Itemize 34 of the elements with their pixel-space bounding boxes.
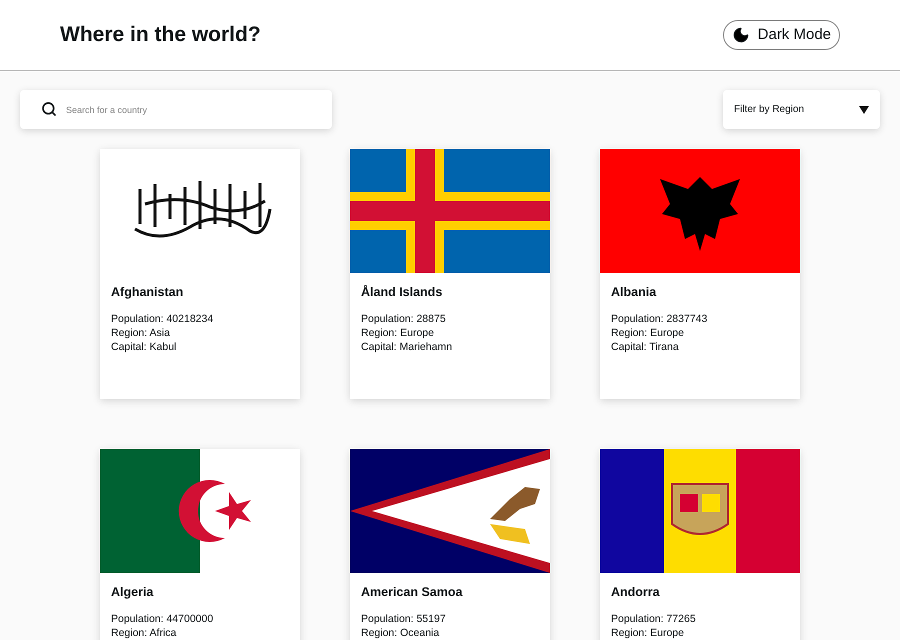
country-name: American Samoa <box>361 584 464 601</box>
country-detail: Region: Europe <box>611 326 685 340</box>
country-detail: Region: Africa <box>111 626 178 640</box>
country-card[interactable]: Afghanistan Population: 40218234 Region: Asia Capital: Kabul <box>100 149 300 399</box>
country-card[interactable]: American Samoa Population: 55197 Region: Oceania <box>350 449 550 640</box>
search-field[interactable]: Search for a country <box>20 90 332 129</box>
country-card[interactable]: Albania Population: 2837743 Region: Europe Capital: Tirana <box>600 149 800 399</box>
country-detail: Population: 28875 <box>361 312 447 326</box>
country-detail: Population: 44700000 <box>111 612 214 626</box>
country-card[interactable]: Åland Islands Population: 28875 Region: Europe Capital: Mariehamn <box>350 149 550 399</box>
country-name: Andorra <box>611 584 661 601</box>
country-detail: Population: 77265 <box>611 612 697 626</box>
country-name: Albania <box>611 284 658 301</box>
country-detail: Capital: Kabul <box>111 340 178 354</box>
country-card[interactable]: Algeria Population: 44700000 Region: Africa <box>100 449 300 640</box>
moon-icon <box>732 26 750 44</box>
country-detail: Region: Europe <box>361 326 435 340</box>
region-filter-dropdown[interactable]: Filter by Region <box>723 90 880 129</box>
country-name: Algeria <box>111 584 154 601</box>
search-icon <box>41 101 57 117</box>
country-detail: Region: Europe <box>611 626 685 640</box>
dark-mode-toggle[interactable]: Dark Mode <box>722 20 840 50</box>
caret-icon <box>859 106 869 114</box>
country-detail: Population: 2837743 <box>611 312 708 326</box>
country-name: Åland Islands <box>361 284 444 301</box>
country-detail: Capital: Mariehamn <box>361 340 454 354</box>
country-detail: Region: Oceania <box>361 626 440 640</box>
country-name: Afghanistan <box>111 284 184 301</box>
country-detail: Region: Asia <box>111 326 171 340</box>
country-detail: Capital: Tirana <box>611 340 680 354</box>
page-title: Where in the world? <box>60 22 261 48</box>
country-card[interactable]: Andorra Population: 77265 Region: Europe <box>600 449 800 640</box>
country-detail: Population: 55197 <box>361 612 447 626</box>
country-detail: Population: 40218234 <box>111 312 214 326</box>
